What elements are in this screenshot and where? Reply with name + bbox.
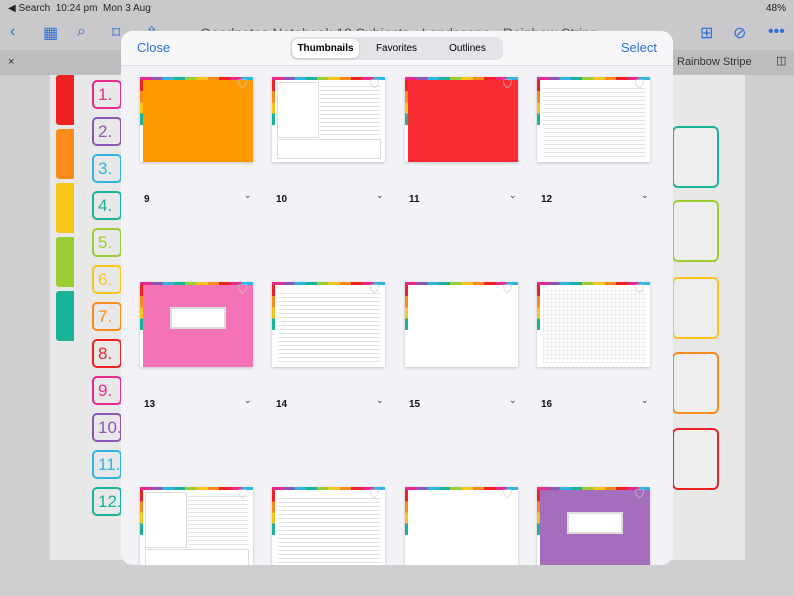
page-thumbnail[interactable]: ⛉ [405,487,518,565]
bookmark-icon[interactable]: ⛉ [238,77,247,92]
chevron-down-icon[interactable]: ⌄ [376,190,384,201]
chevron-down-icon[interactable]: ⌄ [376,395,384,406]
close-button[interactable]: Close [137,40,170,55]
template-dotted-icon [672,200,719,262]
page-number: 10 [276,194,288,205]
page-thumbnail[interactable]: ⛉ [537,487,650,565]
template-table-icon [672,428,719,490]
page-thumbnail[interactable]: ⛉ [272,282,385,367]
chevron-down-icon[interactable]: ⌄ [641,190,649,201]
page-number: 13 [144,399,156,410]
page-thumbnail[interactable]: ⛉ [405,77,518,162]
pen-icon[interactable]: ⊘ [733,23,746,43]
subject-list: 1. 2. 3. 4. 5. 6. 7. 8. 9. 10. 11. 12. [92,80,122,524]
subject-tab[interactable] [56,129,74,179]
grid-icon[interactable]: ▦ [43,23,58,43]
subject-number[interactable]: 10. [92,413,122,442]
template-grid-icon [672,277,719,339]
page-number: 11 [409,194,420,205]
battery: 48% [765,2,786,14]
time: 10:24 pm [55,2,98,14]
page-thumbnail[interactable]: ⛉ [272,487,385,565]
subject-tab[interactable] [56,183,74,233]
date: Mon 3 Aug [102,2,151,14]
subject-number[interactable]: 11. [92,450,122,479]
add-page-icon[interactable]: ⊞ [700,23,713,43]
subject-number[interactable]: 2. [92,117,122,146]
bookmark-icon[interactable]: ⛉ [238,282,247,297]
back-to-search[interactable]: ◀ Search [8,3,50,14]
subject-number[interactable]: 3. [92,154,122,183]
subject-number[interactable]: 9. [92,376,122,405]
page-number: 15 [409,399,421,410]
bookmark-icon[interactable]: ⛉ [238,487,247,502]
subject-number[interactable]: 6. [92,265,122,294]
bookmark-icon[interactable]: ⛉ [503,487,512,502]
bookmark-icon[interactable]: ⛉ [635,282,644,297]
subject-tab[interactable] [56,291,74,341]
back-icon[interactable]: ‹ [10,23,15,41]
page-thumbnail[interactable]: ⛉ [272,77,385,162]
pages-modal: Close Thumbnails Favorites Outlines Sele… [121,31,673,565]
page-number: 16 [541,399,553,410]
view-segmented-control: Thumbnails Favorites Outlines [290,37,503,60]
bookmark-icon[interactable]: ⛉ [635,77,644,92]
chevron-down-icon[interactable]: ⌄ [509,190,517,201]
page-thumbnail[interactable]: ⛉ [140,487,253,565]
page-thumbnail[interactable]: ⛉ [140,282,253,367]
chevron-down-icon[interactable]: ⌄ [641,395,649,406]
chevron-down-icon[interactable]: ⌄ [509,395,517,406]
template-notes-icon [672,352,719,414]
search-icon[interactable]: ⌕ [77,23,86,41]
more-icon[interactable]: ••• [768,23,785,41]
bookmark-icon[interactable]: ⛉ [503,282,512,297]
bookmark-icon[interactable]: ⌑ [112,23,120,43]
tab-thumbnails[interactable]: Thumbnails [292,39,359,58]
modal-header: Close Thumbnails Favorites Outlines Sele… [121,31,673,66]
status-bar: ◀ Search 10:24 pm Mon 3 Aug 48% [0,0,794,16]
subject-tabs [56,75,74,345]
page-thumbnail[interactable]: ⛉ [537,282,650,367]
page-thumbnail[interactable]: ⛉ [405,282,518,367]
page-thumbnail[interactable]: ⛉ [140,77,253,162]
bookmark-icon[interactable]: ⛉ [370,77,379,92]
page-number: 14 [276,399,288,410]
subject-tab[interactable] [56,237,74,287]
bookmark-icon[interactable]: ⛉ [370,282,379,297]
subject-number[interactable]: 4. [92,191,122,220]
page-number: 12 [541,194,553,205]
subject-number[interactable]: 8. [92,339,122,368]
chevron-down-icon[interactable]: ⌄ [244,395,252,406]
bookmark-icon[interactable]: ⛉ [635,487,644,502]
tab-outlines[interactable]: Outlines [434,39,501,58]
template-lined-icon [672,126,719,188]
page-thumbnail[interactable]: ⛉ [537,77,650,162]
select-button[interactable]: Select [621,40,657,55]
tab-favorites[interactable]: Favorites [363,39,430,58]
subject-number[interactable]: 7. [92,302,122,331]
split-view-icon[interactable]: ◫ [776,54,786,67]
tab-title[interactable]: Rainbow Stripe [677,56,752,68]
chevron-down-icon[interactable]: ⌄ [244,190,252,201]
page-number: 9 [144,194,150,205]
bookmark-icon[interactable]: ⛉ [370,487,379,502]
subject-number[interactable]: 1. [92,80,122,109]
close-tab-icon[interactable]: × [8,56,14,68]
subject-number[interactable]: 5. [92,228,122,257]
subject-number[interactable]: 12. [92,487,122,516]
subject-tab[interactable] [56,75,74,125]
bookmark-icon[interactable]: ⛉ [503,77,512,92]
